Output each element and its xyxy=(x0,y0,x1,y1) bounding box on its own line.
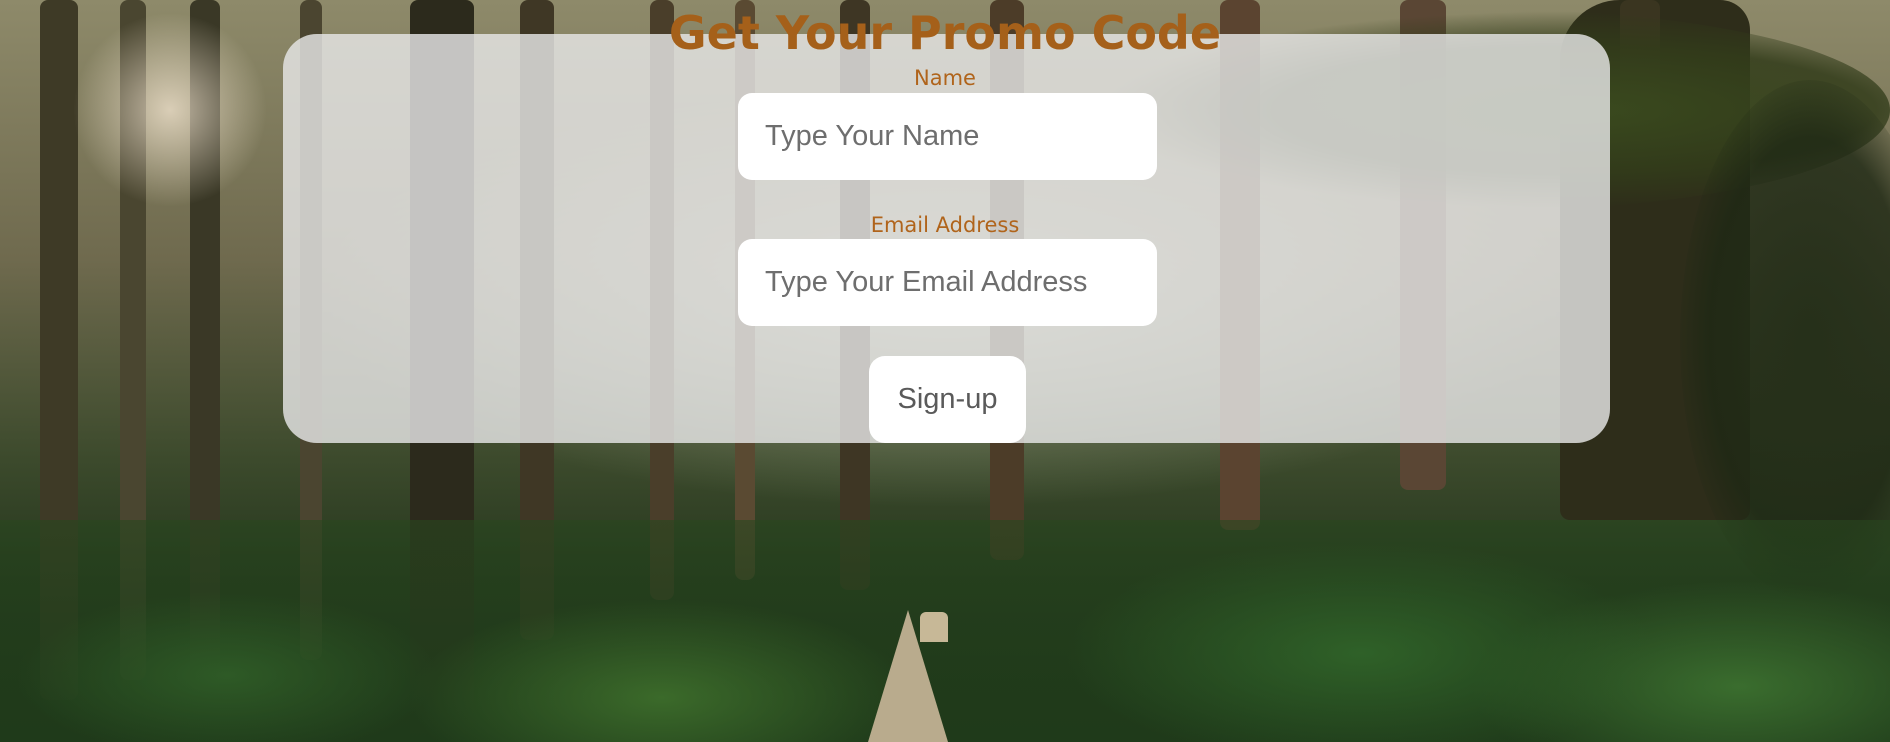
email-input[interactable] xyxy=(738,239,1157,326)
email-label: Email Address xyxy=(870,213,1020,237)
name-label: Name xyxy=(914,66,976,90)
name-input[interactable] xyxy=(738,93,1157,180)
signup-button[interactable]: Sign-up xyxy=(869,356,1026,443)
forest-path-end xyxy=(920,612,948,642)
page-title: Get Your Promo Code xyxy=(668,6,1222,60)
